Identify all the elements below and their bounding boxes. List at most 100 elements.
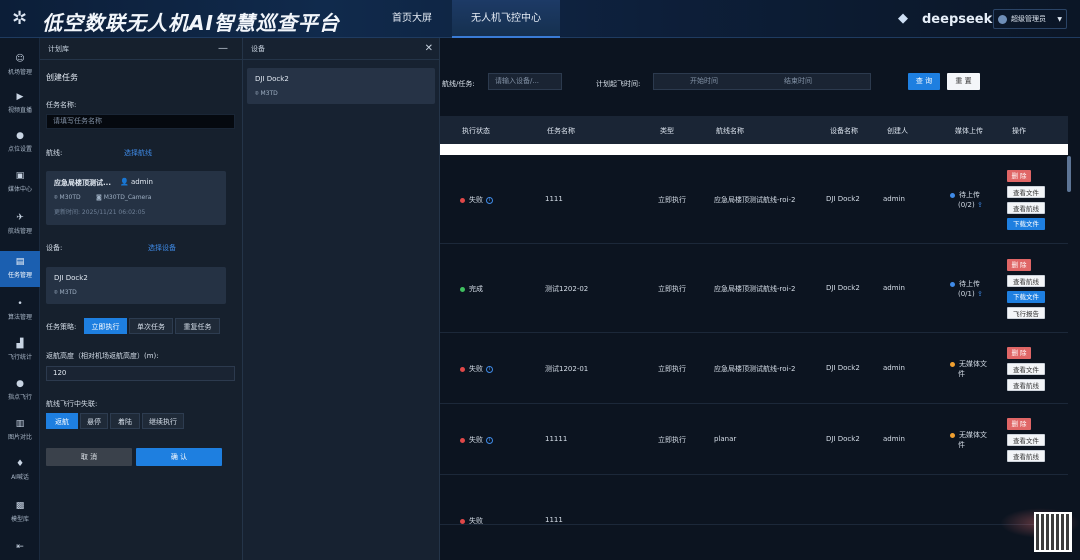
return-height-input[interactable]: 120 <box>46 366 235 381</box>
th-creator: 创建人 <box>887 127 908 135</box>
media-upload-cell: 待上传 (0/2) ⇪ <box>950 190 983 210</box>
sidebar-item-label: 飞行统计 <box>7 354 32 361</box>
lost-continue[interactable]: 继续执行 <box>142 413 184 429</box>
flight-report-button[interactable]: 飞行报告 <box>1007 307 1045 319</box>
task-name-cell: 测试1202-01 <box>545 365 589 373</box>
device-name-cell: DJI Dock2 <box>826 364 860 372</box>
th-route-name: 航线名称 <box>716 127 744 135</box>
brand: ◆ deepseek <box>898 10 992 28</box>
tab-flight-control[interactable]: 无人机飞控中心 <box>452 0 560 38</box>
delete-button[interactable]: 删 除 <box>1007 418 1031 430</box>
lost-return[interactable]: 返航 <box>46 413 78 429</box>
route-icon: ✈ <box>16 213 24 223</box>
view-files-button[interactable]: 查看文件 <box>1007 186 1045 198</box>
download-files-button[interactable]: 下载文件 <box>1007 218 1045 230</box>
pin-icon: ● <box>16 131 24 141</box>
sidebar-item-12[interactable]: ▩ 模型库 <box>0 495 40 531</box>
task-name-input[interactable]: 请填写任务名称 <box>46 114 235 129</box>
status-cell: 完成 <box>460 284 483 294</box>
table-row[interactable]: 失败 i 1111 立即执行 应急局楼顶测试航线-roi-2 DJI Dock2 admin… <box>440 155 1068 244</box>
download-files-button[interactable]: 下载文件 <box>1007 291 1045 303</box>
task-list-area: 航线/任务: 请输入设备/... 计划起飞时间: 开始时间 结束时间 查 询 重… <box>440 38 1080 560</box>
device-panel: 设备 ✕ DJI Dock2 ⌾ M3TD <box>243 38 440 560</box>
close-icon[interactable]: ✕ <box>425 38 433 60</box>
sidebar-item-2[interactable]: ▶ 视频直播 <box>0 86 40 122</box>
user-menu[interactable]: 超级管理员 ▼ <box>993 9 1067 29</box>
info-icon[interactable]: i <box>486 365 493 373</box>
task-name-cell: 1111 <box>545 195 563 203</box>
tab-home-screen[interactable]: 首页大屏 <box>372 0 452 38</box>
table-row[interactable]: 失败 1111 <box>440 475 1068 525</box>
strategy-immediate[interactable]: 立即执行 <box>84 318 127 334</box>
table-row[interactable]: 失败 i 11111 立即执行 planar DJI Dock2 admin 无媒体文件 删 除… <box>440 404 1068 475</box>
upload-icon[interactable]: ⇪ <box>975 290 983 298</box>
sidebar-item-4[interactable]: ▣ 媒体中心 <box>0 165 40 201</box>
sidebar-item-6[interactable]: ▤ 任务管理 <box>0 251 40 287</box>
device-name-cell: DJI Dock2 <box>826 284 860 292</box>
strategy-label: 任务策略: <box>46 323 77 331</box>
device-list-item[interactable]: DJI Dock2 ⌾ M3TD <box>247 68 435 104</box>
user-icon: 👤 <box>120 178 131 186</box>
route-name-cell: 应急局楼顶测试航线-roi-2 <box>714 196 796 204</box>
view-files-button[interactable]: 查看文件 <box>1007 363 1045 375</box>
device-card[interactable]: DJI Dock2 ⌾ M3TD <box>46 267 226 304</box>
side-nav: ☺ 机场管理 ▶ 视频直播 ● 点位设置 ▣ 媒体中心 ✈ 航线管理 ▤ 任务管理 • 算法管理 ▟ 飞行统计… <box>0 38 40 560</box>
confirm-button[interactable]: 确 认 <box>136 448 222 466</box>
route-task-label: 航线/任务: <box>442 80 475 88</box>
route-card-updated: 更新时间: 2025/11/21 06:02:05 <box>54 209 146 216</box>
plan-panel-title: 计划库 <box>48 45 69 53</box>
lost-land[interactable]: 着陆 <box>110 413 140 429</box>
sidebar-item-label: 航线管理 <box>7 228 32 235</box>
date-range-input[interactable]: 开始时间 结束时间 <box>653 73 871 90</box>
view-route-button[interactable]: 查看航线 <box>1007 202 1045 214</box>
sidebar-item-label: 点位设置 <box>7 146 32 153</box>
delete-button[interactable]: 删 除 <box>1007 170 1031 182</box>
sidebar-item-1[interactable]: ☺ 机场管理 <box>0 48 40 84</box>
view-route-button[interactable]: 查看航线 <box>1007 379 1045 391</box>
status-text: 失败 <box>469 517 483 525</box>
creator-cell: admin <box>883 284 905 292</box>
minimize-icon[interactable]: — <box>218 38 228 60</box>
device-panel-title: 设备 <box>251 45 265 53</box>
sidebar-item-10[interactable]: ▥ 图片对比 <box>0 413 40 449</box>
table-scrollbar[interactable] <box>1067 156 1071 192</box>
route-task-input[interactable]: 请输入设备/... <box>488 73 562 90</box>
sidebar-item-3[interactable]: ● 点位设置 <box>0 125 40 161</box>
point-icon: ● <box>16 379 24 389</box>
sidebar-item-5[interactable]: ✈ 航线管理 <box>0 207 40 243</box>
route-name-cell: 应急局楼顶测试航线-roi-2 <box>714 285 796 293</box>
device-card-model: ⌾ M3TD <box>54 289 77 296</box>
strategy-single[interactable]: 单次任务 <box>129 318 173 334</box>
collapse-button[interactable]: ⇤ <box>0 536 40 556</box>
cancel-button[interactable]: 取 消 <box>46 448 132 466</box>
info-icon[interactable]: i <box>486 196 493 204</box>
view-route-button[interactable]: 查看航线 <box>1007 275 1045 287</box>
view-route-button[interactable]: 查看航线 <box>1007 450 1045 462</box>
sidebar-item-8[interactable]: ▟ 飞行统计 <box>0 333 40 369</box>
lost-hover[interactable]: 悬停 <box>80 413 108 429</box>
table-row[interactable]: 完成 测试1202-02 立即执行 应急局楼顶测试航线-roi-2 DJI Dock2 a… <box>440 244 1068 333</box>
info-icon[interactable]: i <box>486 436 493 444</box>
select-route-link[interactable]: 选择航线 <box>124 148 152 158</box>
reset-button[interactable]: 重 置 <box>947 73 980 90</box>
delete-button[interactable]: 删 除 <box>1007 259 1031 271</box>
route-name-cell: planar <box>714 435 737 443</box>
sidebar-item-label: AI喊话 <box>11 474 29 481</box>
route-card[interactable]: 应急局楼顶测试... 👤 admin ⌾ M30TD ◙ M30TD_Camer… <box>46 171 226 225</box>
delete-button[interactable]: 删 除 <box>1007 347 1031 359</box>
status-text: 失败 <box>469 365 483 373</box>
model-icon: ▩ <box>15 501 25 511</box>
sidebar-item-label: 图片对比 <box>7 434 32 441</box>
whale-logo-icon: ◆ <box>898 11 908 26</box>
query-button[interactable]: 查 询 <box>908 73 940 90</box>
media-icon: ▣ <box>15 171 25 181</box>
sidebar-item-9[interactable]: ● 指点飞行 <box>0 373 40 409</box>
table-row[interactable]: 失败 i 测试1202-01 立即执行 应急局楼顶测试航线-roi-2 DJI Dock2… <box>440 333 1068 404</box>
select-device-link[interactable]: 选择设备 <box>148 243 176 253</box>
sidebar-item-label: 视频直播 <box>7 107 32 114</box>
sidebar-item-7[interactable]: • 算法管理 <box>0 293 40 329</box>
upload-icon[interactable]: ⇪ <box>975 201 983 209</box>
strategy-repeat[interactable]: 重复任务 <box>175 318 220 334</box>
sidebar-item-11[interactable]: ♦ AI喊话 <box>0 453 40 489</box>
view-files-button[interactable]: 查看文件 <box>1007 434 1045 446</box>
